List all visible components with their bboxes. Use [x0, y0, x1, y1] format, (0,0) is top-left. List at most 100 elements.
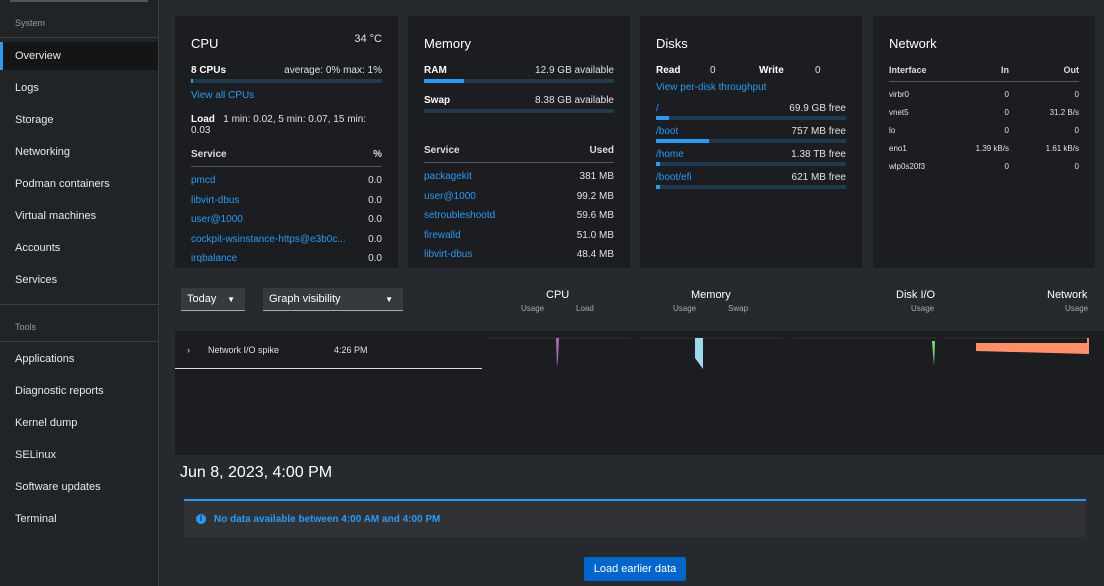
write-label: Write [759, 65, 784, 76]
table-row: user@1000 99.2 MB [424, 187, 614, 207]
cpu-title: CPU [191, 36, 219, 51]
divider [0, 341, 158, 342]
load-earlier-data-button[interactable]: Load earlier data [584, 557, 686, 581]
interface-name: wlp0s20f3 [889, 161, 926, 171]
mount-row: /boot 757 MB free [656, 126, 846, 143]
sidebar-item-storage[interactable]: Storage [0, 106, 158, 134]
range-value: Today [187, 293, 217, 305]
network-spike [976, 338, 1089, 354]
mount-link[interactable]: /boot [656, 126, 678, 137]
service-link[interactable]: packagekit [424, 171, 472, 182]
service-value: 59.6 MB [576, 210, 614, 222]
cpu-temp: 34 °C [354, 33, 382, 45]
sidebar-item-podman-containers[interactable]: Podman containers [0, 170, 158, 198]
network-title: Network [889, 36, 937, 51]
table-row: lo 0 0 [889, 121, 1079, 139]
graph-visibility-select[interactable]: Graph visibility ▼ [263, 288, 403, 311]
cpu-spike [556, 338, 559, 368]
table-row: wlp0s20f3 0 0 [889, 157, 1079, 175]
interface-in: 1.39 kB/s [975, 143, 1009, 153]
divider [0, 304, 158, 305]
swap-available: 8.38 GB available [535, 95, 614, 106]
sidebar-item-overview[interactable]: Overview [0, 42, 158, 70]
graph-sub-label: Usage [1065, 304, 1089, 313]
sidebar-item-diagnostic-reports[interactable]: Diagnostic reports [0, 377, 158, 405]
section-tools: Tools [15, 322, 37, 332]
mount-usage-bar [656, 185, 846, 189]
service-link[interactable]: irqbalance [191, 253, 237, 264]
service-link[interactable]: cockpit-wsinstance-https@e3b0c... [191, 234, 346, 245]
range-select[interactable]: Today ▼ [181, 288, 245, 311]
search-box[interactable] [10, 0, 148, 2]
col-in: In [1001, 65, 1009, 75]
col-interface: Interface [889, 65, 927, 75]
service-link[interactable]: libvirt-dbus [191, 195, 239, 206]
service-value: 0.0 [368, 233, 382, 245]
col-percent: % [373, 149, 382, 160]
sidebar-item-kernel-dump[interactable]: Kernel dump [0, 409, 158, 437]
interface-in: 0 [1004, 125, 1009, 135]
service-value: 99.2 MB [576, 190, 614, 202]
sidebar-item-software-updates[interactable]: Software updates [0, 473, 158, 501]
table-row: pmcd 0.0 [191, 171, 382, 191]
mount-link[interactable]: / [656, 103, 659, 114]
mount-usage-bar [656, 139, 846, 143]
interface-out: 31.2 B/s [1049, 107, 1079, 117]
interface-out: 1.61 kB/s [1045, 143, 1079, 153]
mount-free: 69.9 GB free [789, 103, 846, 114]
swap-label: Swap [424, 95, 451, 106]
alert-text: No data available between 4:00 AM and 4:… [214, 513, 441, 525]
sidebar-item-applications[interactable]: Applications [0, 345, 158, 373]
memory-card: Memory RAM 12.9 GB available Swap 8.38 GB … [408, 16, 630, 268]
memory-spike [695, 338, 703, 369]
ram-label: RAM [424, 65, 447, 76]
write-value: 0 [815, 65, 821, 76]
mount-free: 621 MB free [791, 172, 846, 183]
mount-free: 757 MB free [791, 126, 846, 137]
service-link[interactable]: libvirt-dbus [424, 249, 472, 260]
mount-link[interactable]: /home [656, 149, 684, 160]
table-row: vnet5 0 31.2 B/s [889, 103, 1079, 121]
load-label: Load [191, 114, 215, 125]
read-value: 0 [710, 65, 716, 76]
service-value: 0.0 [368, 253, 382, 265]
table-row: eno1 1.39 kB/s 1.61 kB/s [889, 139, 1079, 157]
sidebar-item-accounts[interactable]: Accounts [0, 234, 158, 262]
table-row: cockpit-wsinstance-https@e3b0c... 0.0 [191, 230, 382, 250]
interface-name: virbr0 [889, 89, 910, 99]
history-date: Jun 8, 2023, 4:00 PM [180, 464, 333, 481]
interface-name: vnet5 [889, 107, 909, 117]
sidebar-item-terminal[interactable]: Terminal [0, 505, 158, 533]
memory-title: Memory [424, 36, 471, 51]
service-link[interactable]: firewalld [424, 230, 461, 241]
sidebar-item-selinux[interactable]: SELinux [0, 441, 158, 469]
graph-sub-label: Load [576, 304, 594, 313]
table-row: setroubleshootd 59.6 MB [424, 206, 614, 226]
service-value: 381 MB [579, 171, 614, 183]
interface-in: 0 [1004, 107, 1009, 117]
cpu-usage-bar [191, 79, 382, 83]
info-alert: i No data available between 4:00 AM and 4… [184, 499, 1086, 537]
service-link[interactable]: user@1000 [191, 214, 243, 225]
cpu-count: 8 CPUs [191, 65, 227, 76]
sidebar-item-networking[interactable]: Networking [0, 138, 158, 166]
sidebar-item-services[interactable]: Services [0, 266, 158, 294]
mount-row: / 69.9 GB free [656, 103, 846, 120]
mount-row: /home 1.38 TB free [656, 149, 846, 166]
graph-visibility-label: Graph visibility [269, 293, 341, 305]
view-all-cpus-link[interactable]: View all CPUs [191, 90, 254, 101]
service-link[interactable]: pmcd [191, 175, 215, 186]
service-link[interactable]: setroubleshootd [424, 210, 495, 221]
mount-link[interactable]: /boot/efi [656, 172, 692, 183]
divider [0, 37, 158, 38]
sidebar-item-virtual-machines[interactable]: Virtual machines [0, 202, 158, 230]
mount-usage-bar [656, 116, 846, 120]
table-row: irqbalance 0.0 [191, 249, 382, 269]
service-value: 51.0 MB [576, 229, 614, 241]
interface-out: 0 [1074, 161, 1079, 171]
cpu-card: CPU 34 °C 8 CPUs average: 0% max: 1% View … [175, 16, 398, 268]
interface-in: 0 [1004, 89, 1009, 99]
sidebar-item-logs[interactable]: Logs [0, 74, 158, 102]
service-link[interactable]: user@1000 [424, 191, 476, 202]
per-disk-throughput-link[interactable]: View per-disk throughput [656, 82, 766, 93]
